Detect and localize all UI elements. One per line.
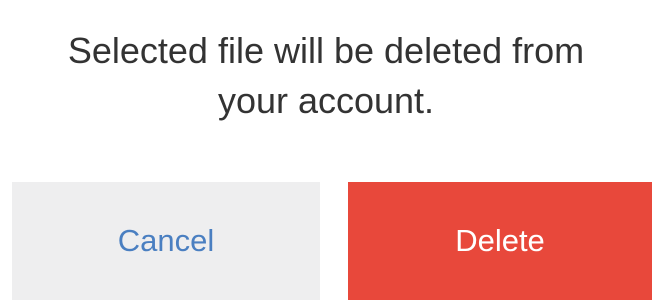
dialog-actions: Cancel Delete [0,182,652,300]
confirmation-message: Selected file will be deleted from your … [0,26,652,126]
delete-button[interactable]: Delete [348,182,652,300]
confirmation-message-line-2: your account. [217,80,435,121]
confirmation-message-line-1: Selected file will be deleted from [67,30,585,71]
cancel-button[interactable]: Cancel [12,182,320,300]
delete-confirmation-dialog: Selected file will be deleted from your … [0,0,652,300]
